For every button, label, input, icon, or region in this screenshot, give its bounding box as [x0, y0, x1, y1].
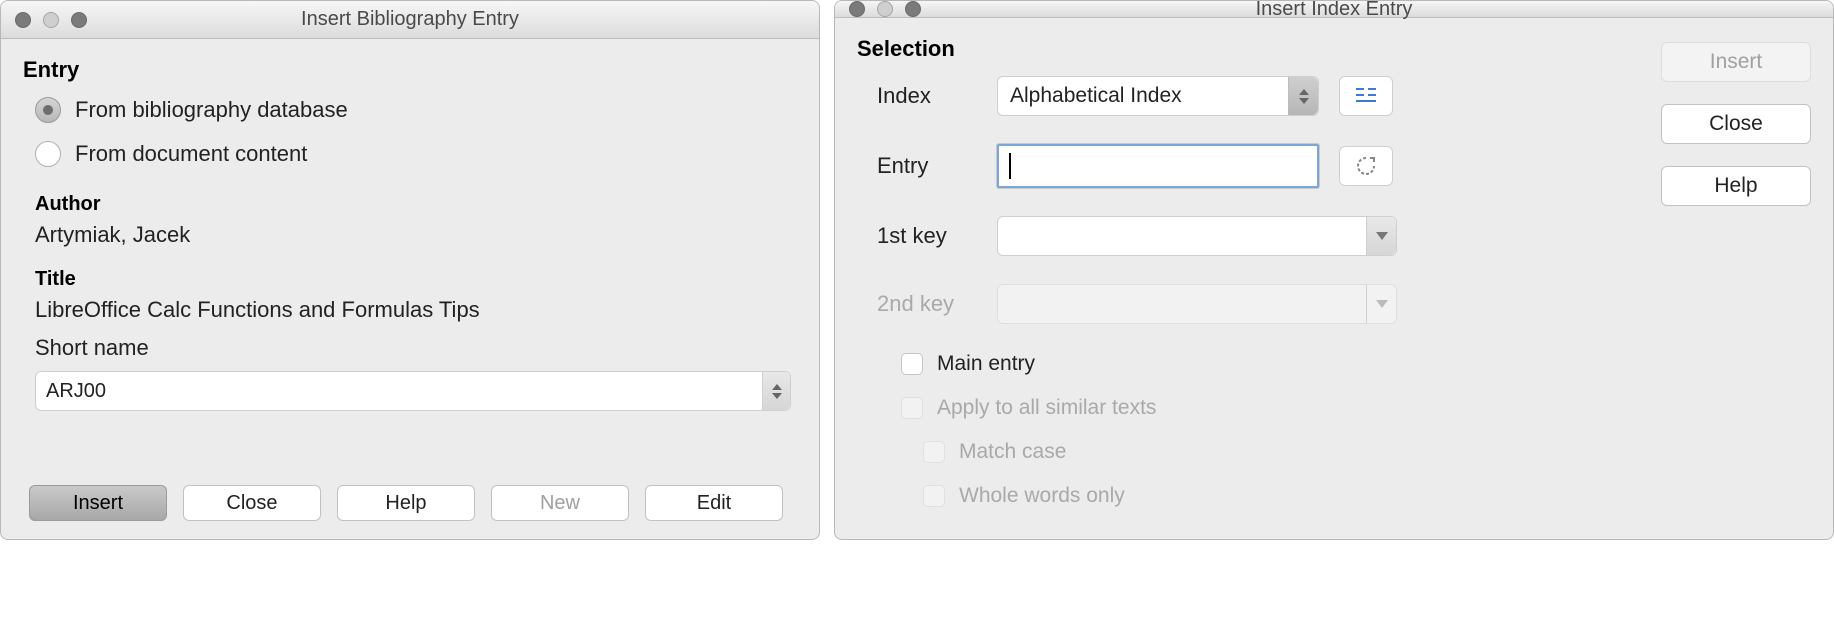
key2-label: 2nd key	[877, 291, 977, 317]
whole-words-checkbox: Whole words only	[923, 484, 1641, 508]
index-select[interactable]: Alphabetical Index	[997, 76, 1319, 116]
text-cursor-icon	[1009, 153, 1011, 179]
checkbox-icon	[901, 353, 923, 375]
index-row: Index Alphabetical Index	[877, 76, 1641, 116]
key2-row: 2nd key	[877, 284, 1641, 324]
key1-row: 1st key	[877, 216, 1641, 256]
edit-button[interactable]: Edit	[645, 485, 783, 521]
checkbox-icon	[923, 441, 945, 463]
index-label: Index	[877, 83, 977, 109]
help-button[interactable]: Help	[1661, 166, 1811, 206]
key1-label: 1st key	[877, 223, 977, 249]
apply-similar-checkbox: Apply to all similar texts	[901, 396, 1641, 420]
new-button[interactable]: New	[491, 485, 629, 521]
entry-row: Entry	[877, 144, 1641, 188]
author-label: Author	[35, 193, 797, 216]
title-value: LibreOffice Calc Functions and Formulas …	[35, 297, 797, 323]
checkbox-icon	[901, 397, 923, 419]
dialog-title: Insert Bibliography Entry	[1, 8, 819, 31]
entry-input[interactable]	[997, 144, 1319, 188]
titlebar: Insert Bibliography Entry	[1, 1, 819, 39]
new-index-button[interactable]	[1339, 76, 1393, 116]
insert-button[interactable]: Insert	[1661, 42, 1811, 82]
new-index-icon	[1354, 85, 1378, 107]
radio-from-document[interactable]: From document content	[35, 141, 797, 167]
radio-label: From bibliography database	[75, 97, 348, 123]
titlebar: Insert Index Entry	[835, 1, 1833, 18]
main-entry-checkbox[interactable]: Main entry	[901, 352, 1641, 376]
key2-select	[997, 284, 1397, 324]
checkbox-label: Whole words only	[959, 484, 1125, 508]
stepper-icon	[762, 372, 790, 410]
selection-section-heading: Selection	[857, 36, 1641, 62]
match-case-checkbox: Match case	[923, 440, 1641, 464]
radio-icon	[35, 97, 61, 123]
close-button[interactable]: Close	[1661, 104, 1811, 144]
side-buttons: Insert Close Help	[1661, 36, 1811, 528]
dialog-title: Insert Index Entry	[835, 0, 1833, 21]
key1-select[interactable]	[997, 216, 1397, 256]
chevron-down-icon	[1366, 217, 1396, 255]
index-value: Alphabetical Index	[1010, 84, 1182, 108]
radio-from-database[interactable]: From bibliography database	[35, 97, 797, 123]
checkbox-label: Apply to all similar texts	[937, 396, 1156, 420]
bibliography-dialog: Insert Bibliography Entry Entry From bib…	[0, 0, 820, 540]
shortname-label: Short name	[35, 335, 797, 361]
help-button[interactable]: Help	[337, 485, 475, 521]
entry-section-heading: Entry	[23, 57, 797, 83]
index-dialog: Insert Index Entry Selection Index Alpha…	[834, 0, 1834, 540]
checkbox-label: Main entry	[937, 352, 1035, 376]
checkbox-label: Match case	[959, 440, 1066, 464]
refresh-icon	[1355, 155, 1377, 177]
title-label: Title	[35, 268, 797, 291]
author-value: Artymiak, Jacek	[35, 222, 797, 248]
button-row: Insert Close Help New Edit	[29, 465, 797, 521]
radio-icon	[35, 141, 61, 167]
radio-label: From document content	[75, 141, 307, 167]
close-button[interactable]: Close	[183, 485, 321, 521]
shortname-value: ARJ00	[46, 380, 106, 403]
checkbox-icon	[923, 485, 945, 507]
insert-button[interactable]: Insert	[29, 485, 167, 521]
refresh-entry-button[interactable]	[1339, 146, 1393, 186]
stepper-icon	[1288, 77, 1318, 115]
entry-label: Entry	[877, 153, 977, 179]
chevron-down-icon	[1366, 285, 1396, 323]
shortname-select[interactable]: ARJ00	[35, 371, 791, 411]
